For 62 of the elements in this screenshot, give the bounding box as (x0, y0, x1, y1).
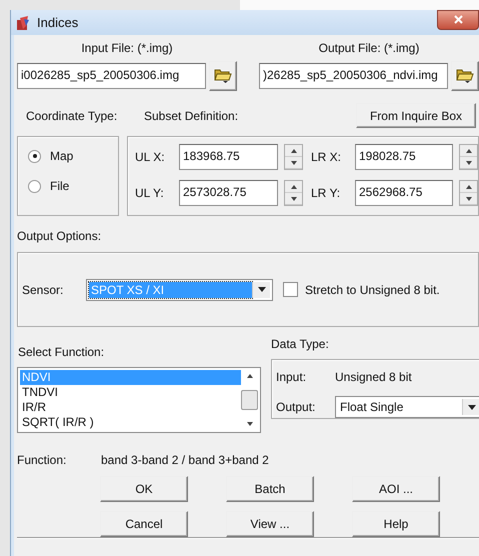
spin-button[interactable] (459, 144, 478, 170)
number-field[interactable]: 183968.75 (179, 144, 278, 170)
section-label: Coordinate Type: (25, 108, 118, 122)
from-inquire-box-button[interactable]: From Inquire Box (356, 103, 476, 128)
browse-button[interactable] (451, 61, 479, 91)
caret-icon (258, 287, 266, 292)
down-arrow-icon (466, 196, 472, 200)
up-arrow-icon (466, 184, 472, 188)
list-item[interactable]: TNDVI (20, 385, 241, 400)
dialog-button[interactable]: Batch (226, 476, 314, 502)
section-label: Output Options: (17, 229, 102, 243)
number-field[interactable]: 198028.75 (355, 144, 453, 170)
field-label: Sensor: (22, 282, 64, 296)
function-formula: band 3-band 2 / band 3+band 2 (101, 453, 269, 467)
up-arrow-icon (466, 148, 472, 152)
number-field[interactable]: 2573028.75 (179, 180, 278, 206)
field-label: Input: (276, 370, 308, 384)
spin-button[interactable] (284, 180, 303, 206)
field-label: Function: (17, 453, 68, 467)
field-label: LR X: (311, 150, 342, 164)
app-icon (17, 16, 31, 30)
up-arrow-icon (290, 148, 296, 152)
file-field[interactable]: )26285_sp5_20050306_ndvi.img (259, 63, 448, 89)
close-icon (454, 15, 462, 24)
field-label: Output: (276, 400, 316, 414)
list-item[interactable]: IR/R (20, 400, 241, 415)
up-arrow-icon (246, 374, 252, 378)
window-title: Indices (37, 15, 80, 30)
dialog-button[interactable]: View ... (226, 511, 314, 537)
field-label: LR Y: (311, 186, 342, 200)
section-label: Data Type: (271, 337, 330, 351)
number-field[interactable]: 2562968.75 (355, 180, 453, 206)
down-arrow-icon (246, 422, 252, 426)
dialog-button[interactable]: Cancel (100, 511, 188, 537)
browse-button[interactable] (209, 61, 237, 91)
section-label: Select Function: (17, 345, 106, 359)
spin-button[interactable] (459, 180, 478, 206)
folder-icon (214, 66, 232, 82)
data-type-value: Unsigned 8 bit (335, 370, 412, 384)
folder-icon (456, 66, 474, 82)
spin-button[interactable] (284, 144, 303, 170)
radio-option[interactable]: File (28, 179, 118, 193)
field-label: UL Y: (135, 186, 165, 200)
close-button[interactable] (437, 10, 479, 30)
stretch-checkbox[interactable] (283, 282, 298, 297)
field-label: Input File: (*.img) (80, 41, 174, 55)
section-label: Subset Definition: (144, 108, 240, 122)
down-arrow-icon (290, 160, 296, 164)
dialog-button[interactable]: AOI ... (352, 476, 440, 502)
field-label: UL X: (135, 150, 166, 164)
radio-option[interactable]: Map (28, 149, 118, 163)
list-item[interactable]: SQRT( IR/R ) (20, 415, 241, 430)
down-arrow-icon (466, 160, 472, 164)
output-type-dropdown[interactable]: Float Single (335, 396, 479, 418)
down-arrow-icon (290, 196, 296, 200)
file-field[interactable]: i0026285_sp5_20050306.img (17, 63, 206, 89)
caret-icon (468, 404, 476, 410)
dialog-button[interactable]: OK (100, 476, 188, 502)
dialog-button[interactable]: Help (352, 511, 440, 537)
up-arrow-icon (290, 184, 296, 188)
field-label: Output File: (*.img) (318, 41, 420, 55)
checkbox-label: Stretch to Unsigned 8 bit. (305, 282, 440, 296)
